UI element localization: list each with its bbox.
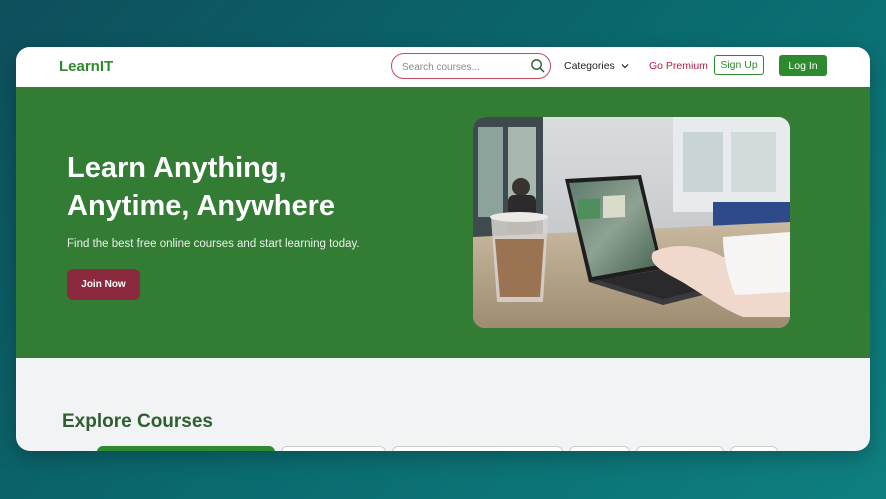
categories-dropdown[interactable]: Categories [564,60,630,72]
top-navbar: LearnIT Categories Go Premium Sign Up Lo… [16,47,870,87]
category-chip[interactable] [730,446,778,451]
category-chip-active[interactable] [97,446,275,451]
app-window: LearnIT Categories Go Premium Sign Up Lo… [16,47,870,451]
hero-image [473,117,790,328]
hero-title-line-1: Learn Anything, [67,152,287,184]
hero-title: Learn Anything, Anytime, Anywhere [67,149,427,225]
hero-section: Learn Anything, Anytime, Anywhere Find t… [16,87,870,358]
logo[interactable]: LearnIT [59,58,113,75]
search-input[interactable] [400,57,528,77]
hero-subtitle: Find the best free online courses and st… [67,238,360,250]
chevron-down-icon [621,64,629,69]
category-chip[interactable] [569,446,630,451]
join-now-button[interactable]: Join Now [67,269,140,300]
category-chip[interactable] [392,446,563,451]
hero-title-line-2: Anytime, Anywhere [67,190,336,222]
sign-up-button[interactable]: Sign Up [714,55,764,75]
explore-courses-heading: Explore Courses [62,411,213,432]
search-icon[interactable] [530,58,545,73]
categories-label: Categories [564,60,615,72]
course-category-chips [16,446,870,451]
log-in-button[interactable]: Log In [779,55,827,76]
category-chip[interactable] [636,446,724,451]
go-premium-link[interactable]: Go Premium [649,60,708,72]
category-chip[interactable] [281,446,386,451]
search-box[interactable] [391,53,551,79]
laptop-cafe-illustration [473,117,790,328]
